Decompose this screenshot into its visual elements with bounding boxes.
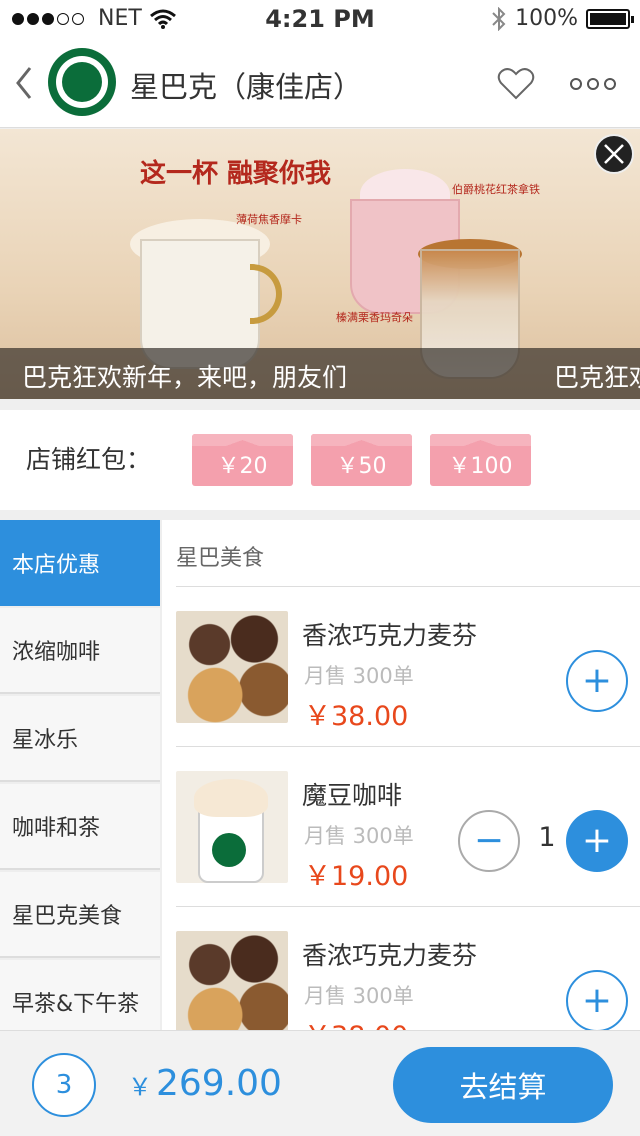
back-icon[interactable] [8,58,44,108]
decrease-quantity-button[interactable]: − [458,810,520,872]
store-logo [48,48,116,116]
product-monthly-sales: 月售 300单 [304,664,414,688]
checkout-button[interactable]: 去结算 [393,1047,613,1123]
battery-percent: 100% [515,6,578,31]
cup-label: 薄荷焦香摩卡 [236,213,302,226]
cart-total: ￥ 269.00 [128,1063,282,1104]
cart-bar: 3 ￥ 269.00 去结算 [0,1030,640,1136]
banner-headline: 这一杯 融聚你我 [140,159,332,189]
nav-bar: 星巴克（康佳店） [0,40,640,128]
product-price: ￥38.00 [304,701,409,732]
sidebar-item-espresso[interactable]: 浓缩咖啡 [0,608,160,694]
favorite-heart-icon[interactable] [496,64,536,104]
product-item: 香浓巧克力麦芬 月售 300单 ￥38.00 + [162,586,640,746]
product-name: 魔豆咖啡 [302,781,403,810]
sidebar-item-coffee-tea[interactable]: 咖啡和茶 [0,784,160,870]
cart-count-badge[interactable]: 3 [32,1053,96,1117]
bluetooth-icon [492,6,506,31]
plus-icon: + [581,660,613,701]
cup-label: 伯爵桃花红茶拿铁 [452,183,540,196]
battery-icon [586,8,634,29]
category-sidebar: 本店优惠 浓缩咖啡 星冰乐 咖啡和茶 星巴克美食 早茶&下午茶 [0,520,162,1046]
product-image-muffin[interactable] [176,931,288,1030]
cart-total-amount: 269.00 [156,1063,282,1104]
cup-label: 榛满栗香玛奇朵 [336,311,413,324]
product-image-muffin[interactable] [176,611,288,723]
marquee-text-repeat: 巴克狂欢 [554,363,640,392]
product-item: 香浓巧克力麦芬 月售 300单 ￥38.00 + [162,906,640,1030]
red-packets-label: 店铺红包： [26,445,152,474]
product-name: 香浓巧克力麦芬 [302,621,478,650]
sidebar-item-frappuccino[interactable]: 星冰乐 [0,696,160,782]
status-bar: NET 4:21 PM 100% [0,0,640,40]
section-title: 星巴美食 [176,546,265,571]
product-monthly-sales: 月售 300单 [304,984,414,1008]
promo-banner[interactable]: 这一杯 融聚你我 薄荷焦香摩卡 伯爵桃花红茶拿铁 榛满栗香玛奇朵 巴克狂欢新年，… [0,129,640,399]
more-options-icon[interactable] [570,78,616,90]
product-monthly-sales: 月售 300单 [304,824,414,848]
product-price: ￥19.00 [304,861,409,892]
marquee-text: 巴克狂欢新年，来吧，朋友们 [22,363,348,392]
add-to-cart-button[interactable]: + [566,650,628,712]
sidebar-item-store-deals[interactable]: 本店优惠 [0,520,160,606]
quantity-value: 1 [538,822,556,853]
add-to-cart-button[interactable]: + [566,970,628,1030]
red-packet-100[interactable]: ￥100 [430,434,531,486]
product-list: 星巴美食 香浓巧克力麦芬 月售 300单 ￥38.00 + 魔豆咖啡 月售 30… [162,520,640,1030]
red-packet-50[interactable]: ￥50 [311,434,412,486]
product-price: ￥38.00 [304,1014,408,1030]
banner-marquee: 巴克狂欢新年，来吧，朋友们 巴克狂欢 [0,348,640,399]
close-banner-button[interactable] [594,134,634,174]
product-image-latte[interactable] [176,771,288,883]
page-title: 星巴克（康佳店） [130,70,363,104]
red-packet-20[interactable]: ￥20 [192,434,293,486]
product-item: 魔豆咖啡 月售 300单 ￥19.00 − 1 + [162,746,640,906]
close-icon [604,144,624,164]
product-name: 香浓巧克力麦芬 [302,941,478,970]
plus-icon: + [581,980,613,1021]
store-red-packets: 店铺红包： ￥20 ￥50 ￥100 [0,410,640,510]
plus-icon: + [581,820,613,861]
minus-icon: − [473,820,505,861]
increase-quantity-button[interactable]: + [566,810,628,872]
currency-symbol: ￥ [128,1073,152,1101]
sidebar-item-food[interactable]: 星巴克美食 [0,872,160,958]
